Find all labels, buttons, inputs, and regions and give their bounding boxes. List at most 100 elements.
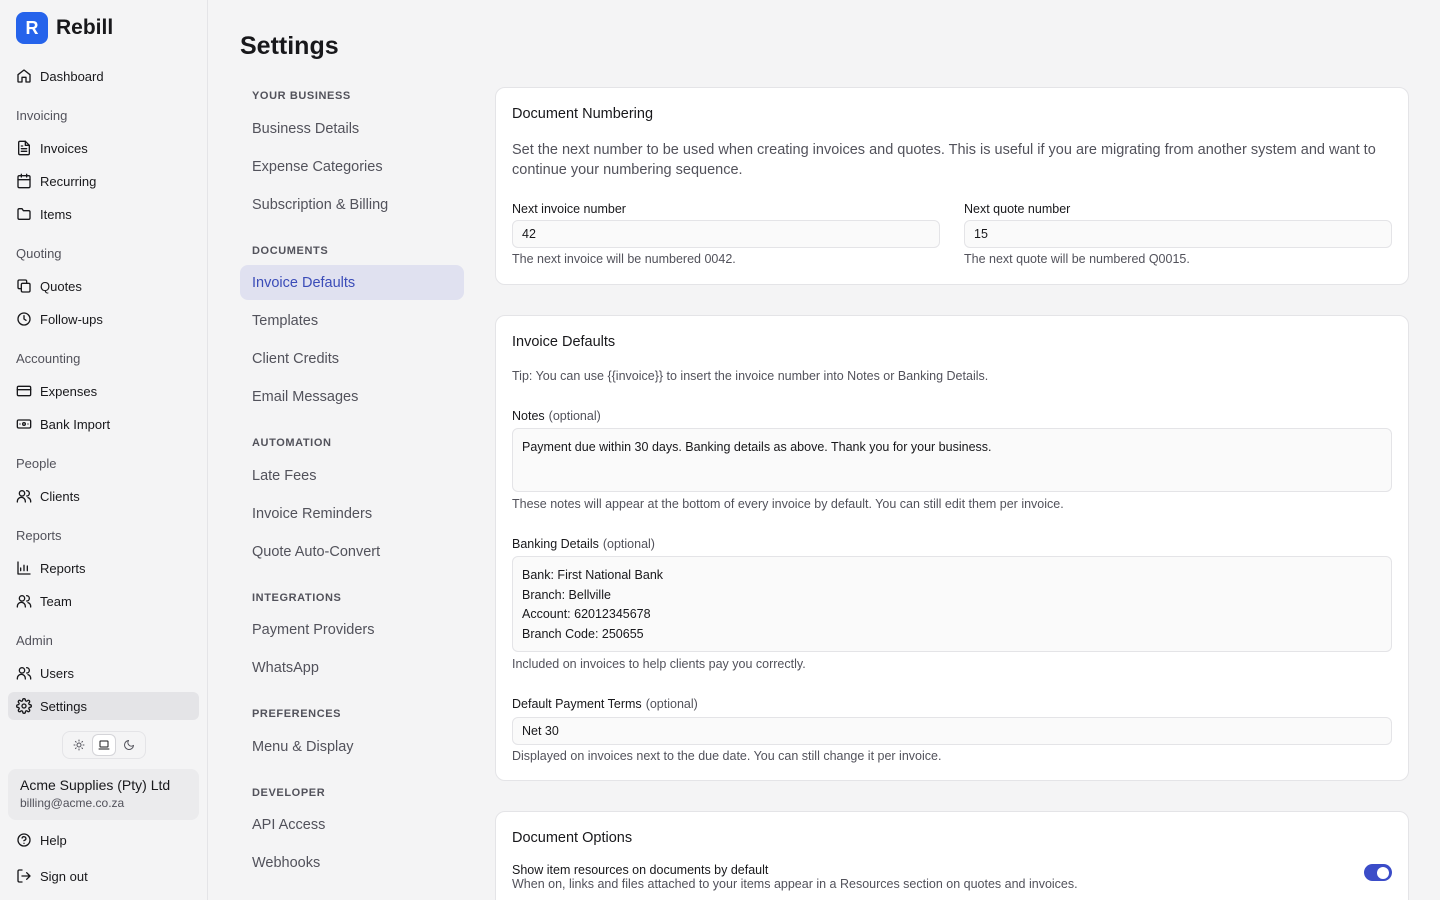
brand-logo: R — [16, 12, 48, 44]
credit-card-icon — [16, 385, 32, 397]
banking-details-textarea[interactable]: Bank: First National Bank Branch: Bellvi… — [512, 556, 1392, 652]
card-title: Document Options — [512, 830, 633, 846]
help-circle-icon — [17, 833, 31, 847]
sidebar-item-label: Users — [40, 665, 74, 681]
file-text-icon — [18, 140, 30, 156]
users-icon — [16, 595, 32, 608]
moon-icon — [123, 740, 134, 750]
next-invoice-number-help: The next invoice will be numbered 0042. — [512, 252, 736, 266]
payment-terms-label-text: Default Payment Terms — [512, 697, 642, 711]
notes-help: These notes will appear at the bottom of… — [512, 497, 1064, 511]
sidebar-item-settings[interactable]: Settings — [8, 692, 199, 720]
theme-light-button[interactable] — [68, 735, 90, 755]
card-title: Invoice Defaults — [512, 334, 616, 350]
log-out-icon — [17, 869, 31, 883]
subnav-section-automation: AUTOMATION — [252, 437, 332, 449]
sidebar-item-dashboard[interactable]: Dashboard — [8, 62, 199, 90]
sidebar-item-invoices[interactable]: Invoices — [8, 134, 199, 162]
subnav-section-developer: DEVELOPER — [252, 787, 326, 799]
subnav-item-payment-providers[interactable]: Payment Providers — [240, 612, 464, 647]
banking-label-text: Banking Details — [512, 537, 599, 551]
subnav-item-whatsapp[interactable]: WhatsApp — [240, 650, 464, 685]
sidebar-item-label: Items — [40, 206, 72, 222]
document-options-card: Document Options Show item resources on … — [495, 811, 1409, 900]
page-title: Settings — [240, 32, 339, 60]
show-resources-toggle[interactable] — [1364, 864, 1392, 881]
sidebar-section-invoicing: Invoicing — [16, 108, 68, 123]
account-card[interactable]: Acme Supplies (Pty) Ltd billing@acme.co.… — [8, 769, 199, 820]
sidebar-item-items[interactable]: Items — [8, 200, 199, 228]
invoice-tip: Tip: You can use {{invoice}} to insert t… — [512, 369, 989, 383]
next-invoice-number-input[interactable]: 42 — [512, 220, 940, 248]
sidebar-item-reports[interactable]: Reports — [8, 554, 199, 582]
subnav-item-subscription-billing[interactable]: Subscription & Billing — [240, 187, 464, 222]
sidebar: R Rebill Dashboard Invoicing Invoices Re… — [0, 0, 208, 900]
optional-tag: (optional) — [548, 409, 601, 423]
subnav-item-business-details[interactable]: Business Details — [240, 111, 464, 146]
invoice-defaults-card: Invoice Defaults Tip: You can use {{invo… — [495, 315, 1409, 781]
brand[interactable]: R Rebill — [16, 12, 113, 44]
sidebar-section-admin: Admin — [16, 633, 53, 648]
next-quote-number-input[interactable]: 15 — [964, 220, 1392, 248]
subnav-item-webhooks[interactable]: Webhooks — [240, 845, 464, 880]
sidebar-section-reports: Reports — [16, 528, 62, 543]
subnav-section-integrations: INTEGRATIONS — [252, 592, 342, 604]
subnav-item-client-credits[interactable]: Client Credits — [240, 341, 464, 376]
subnav-item-invoice-defaults[interactable]: Invoice Defaults — [240, 265, 464, 300]
notes-label: Notes (optional) — [512, 409, 601, 423]
subnav-section-preferences: PREFERENCES — [252, 708, 342, 720]
theme-system-button[interactable] — [92, 735, 115, 755]
laptop-icon — [98, 740, 110, 750]
account-name: Acme Supplies (Pty) Ltd — [20, 777, 171, 793]
card-description: Set the next number to be used when crea… — [512, 142, 1376, 178]
subnav-item-api-access[interactable]: API Access — [240, 807, 464, 842]
subnav-item-expense-categories[interactable]: Expense Categories — [240, 149, 464, 184]
sidebar-item-expenses[interactable]: Expenses — [8, 377, 199, 405]
subnav-section-your-business: YOUR BUSINESS — [252, 90, 351, 102]
sidebar-item-label: Clients — [40, 488, 80, 504]
folder-icon — [17, 208, 31, 220]
banknote-icon — [16, 419, 32, 429]
sidebar-item-followups[interactable]: Follow-ups — [8, 305, 199, 333]
sidebar-item-label: Quotes — [40, 278, 82, 294]
users-icon — [16, 667, 32, 680]
subnav-item-menu-display[interactable]: Menu & Display — [240, 729, 464, 764]
next-quote-number-label: Next quote number — [964, 202, 1071, 216]
sun-icon — [73, 739, 85, 751]
subnav-item-late-fees[interactable]: Late Fees — [240, 458, 464, 493]
bar-chart-icon — [17, 561, 31, 575]
sidebar-item-clients[interactable]: Clients — [8, 482, 199, 510]
subnav-section-documents: DOCUMENTS — [252, 245, 329, 257]
home-icon — [17, 69, 31, 83]
theme-dark-button[interactable] — [118, 735, 140, 755]
show-resources-help: When on, links and files attached to you… — [512, 877, 1078, 891]
sidebar-item-label: Recurring — [40, 173, 97, 189]
subnav-item-quote-auto-convert[interactable]: Quote Auto-Convert — [240, 534, 464, 569]
notes-textarea[interactable]: Payment due within 30 days. Banking deta… — [512, 428, 1392, 492]
payment-terms-help: Displayed on invoices next to the due da… — [512, 749, 942, 763]
sidebar-item-recurring[interactable]: Recurring — [8, 167, 199, 195]
sign-out-button[interactable]: Sign out — [8, 862, 199, 890]
show-resources-label: Show item resources on documents by defa… — [512, 863, 769, 877]
sidebar-item-bank-import[interactable]: Bank Import — [8, 410, 199, 438]
sidebar-item-users[interactable]: Users — [8, 659, 199, 687]
notes-label-text: Notes — [512, 409, 545, 423]
sign-out-label: Sign out — [40, 868, 88, 884]
theme-toggle — [62, 731, 146, 759]
subnav-item-invoice-reminders[interactable]: Invoice Reminders — [240, 496, 464, 531]
account-email: billing@acme.co.za — [20, 796, 125, 810]
sidebar-item-label: Expenses — [40, 383, 98, 399]
sidebar-item-team[interactable]: Team — [8, 587, 199, 615]
subnav-item-templates[interactable]: Templates — [240, 303, 464, 338]
sidebar-section-quoting: Quoting — [16, 246, 62, 261]
users-icon — [16, 490, 32, 503]
subnav-item-email-messages[interactable]: Email Messages — [240, 379, 464, 414]
help-link[interactable]: Help — [8, 826, 199, 854]
sidebar-item-quotes[interactable]: Quotes — [8, 272, 199, 300]
banking-details-label: Banking Details (optional) — [512, 537, 655, 551]
help-label: Help — [40, 832, 67, 848]
clock-icon — [17, 312, 31, 326]
sidebar-section-people: People — [16, 456, 57, 471]
payment-terms-input[interactable]: Net 30 — [512, 717, 1392, 745]
sidebar-section-accounting: Accounting — [16, 351, 81, 366]
